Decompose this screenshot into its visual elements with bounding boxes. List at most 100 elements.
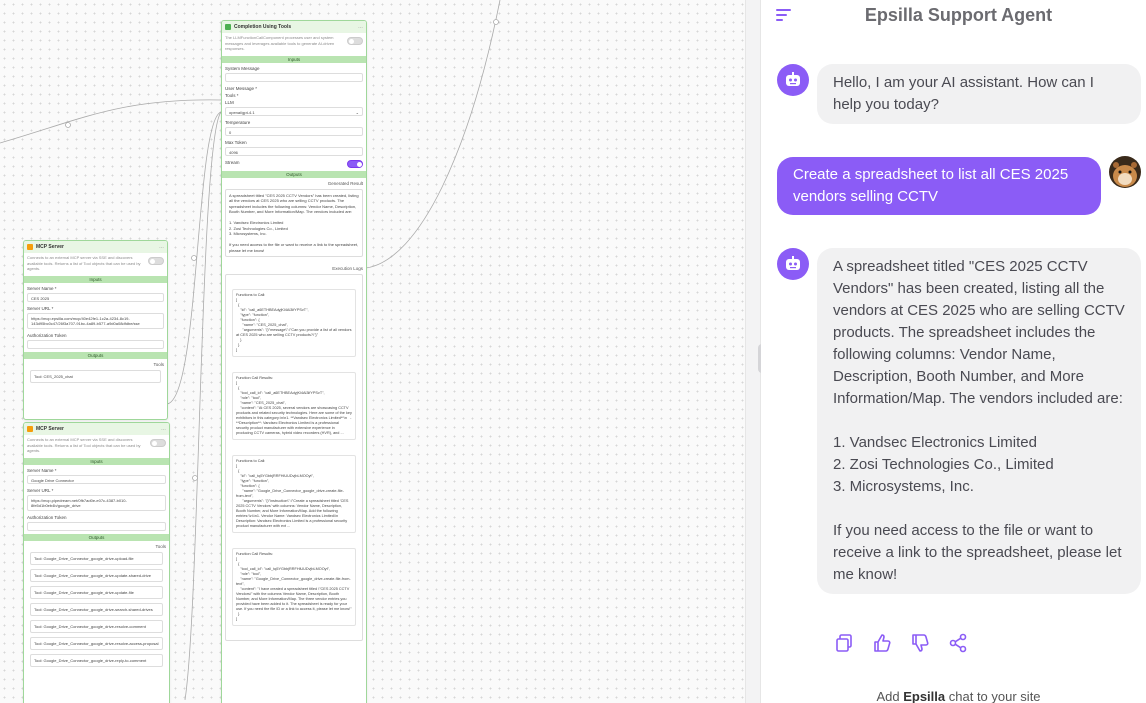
server-url-input[interactable]: https://mcp.epsilla.com/mcp/40e42fe1-1c2… bbox=[27, 312, 164, 329]
tools-output-label: Tools bbox=[155, 543, 166, 549]
execution-logs-label: Execution Logs bbox=[332, 266, 363, 271]
llm-value: openai/gpt-4.1 bbox=[229, 109, 255, 115]
workflow-canvas[interactable]: Completion Using Tools … The LLMFunction… bbox=[0, 0, 745, 703]
auth-token-input[interactable] bbox=[27, 521, 166, 531]
tool-item: Tool: Google_Drive_Connector_google_driv… bbox=[30, 602, 163, 616]
tool-item: Tool: Google_Drive_Connector_google_driv… bbox=[30, 585, 163, 599]
tool-item: Tool: Google_Drive_Connector_google_driv… bbox=[30, 619, 163, 633]
footer-suffix: chat to your site bbox=[948, 689, 1041, 703]
node-menu-icon[interactable]: … bbox=[159, 244, 164, 250]
system-message-input[interactable] bbox=[225, 72, 363, 82]
node-description-text: Connects to an external MCP server via S… bbox=[27, 255, 141, 271]
node-description-text: Connects to an external MCP server via S… bbox=[27, 437, 141, 453]
outputs-bar: Outputs bbox=[24, 351, 167, 359]
node-description: Connects to an external MCP server via S… bbox=[24, 253, 167, 274]
edge-tools-2 bbox=[184, 111, 222, 701]
node-enable-toggle[interactable] bbox=[150, 439, 166, 447]
mcp-server-node-1[interactable]: MCP Server … Connects to an external MCP… bbox=[23, 240, 168, 420]
tool-item: Tool: Google_Drive_Connector_google_driv… bbox=[30, 636, 163, 650]
tool-item: Tool: CES_2025_chat bbox=[30, 369, 161, 383]
node-enable-toggle[interactable] bbox=[148, 257, 164, 265]
auth-token-label: Authorization Token bbox=[27, 514, 67, 520]
robot-icon bbox=[786, 256, 800, 270]
generated-result-box[interactable]: A spreadsheet titled "CES 2025 CCTV Vend… bbox=[225, 188, 363, 257]
footer-promo[interactable]: Add Epsilla chat to your site bbox=[761, 689, 1146, 703]
temperature-label: Temperature bbox=[225, 119, 251, 125]
footer-brand: Epsilla bbox=[903, 689, 946, 703]
generated-result-label: Generated Result bbox=[327, 180, 363, 186]
function-icon bbox=[225, 24, 231, 30]
thumbs-down-icon[interactable] bbox=[910, 633, 930, 653]
user-message: Create a spreadsheet to list all CES 202… bbox=[777, 157, 1101, 215]
tool-item: Tool: Google_Drive_Connector_google_driv… bbox=[30, 568, 163, 582]
node-description: The LLMFunctionCallComponent processes u… bbox=[222, 33, 366, 54]
auth-token-label: Authorization Token bbox=[27, 332, 67, 338]
temperature-input[interactable]: 0 bbox=[225, 126, 363, 136]
completion-node-header[interactable]: Completion Using Tools … bbox=[222, 21, 366, 33]
stream-label: Stream bbox=[225, 159, 240, 165]
node-enable-toggle[interactable] bbox=[347, 37, 363, 45]
node-title: Completion Using Tools bbox=[234, 24, 292, 30]
node-title: MCP Server bbox=[36, 426, 64, 432]
node-description: Connects to an external MCP server via S… bbox=[24, 435, 169, 456]
system-message-label: System Message bbox=[225, 65, 260, 71]
server-icon bbox=[27, 426, 33, 432]
llm-select[interactable]: openai/gpt-4.1 ⌄ bbox=[225, 106, 363, 116]
log-entry: Function Call Results: [ { "tool_call_id… bbox=[232, 372, 356, 440]
edge-handle bbox=[191, 255, 197, 261]
server-name-label: Server Name * bbox=[27, 285, 57, 291]
node-title: MCP Server bbox=[36, 244, 64, 250]
bot-avatar bbox=[777, 248, 809, 280]
chat-panel: Epsilla Support Agent Hello, I am your A… bbox=[761, 0, 1146, 703]
hamster-avatar-image bbox=[1109, 156, 1141, 188]
auth-token-input[interactable] bbox=[27, 339, 164, 349]
chevron-down-icon: ⌄ bbox=[355, 109, 359, 115]
share-icon[interactable] bbox=[948, 633, 968, 653]
edge-handle bbox=[65, 122, 71, 128]
server-name-input[interactable]: Google Drive Connector bbox=[27, 474, 166, 484]
server-name-input[interactable]: CES 2025 bbox=[27, 292, 164, 302]
user-message-label: User Message * bbox=[225, 85, 258, 91]
server-url-label: Server URL * bbox=[27, 487, 54, 493]
node-description-text: The LLMFunctionCallComponent processes u… bbox=[225, 35, 335, 51]
log-entry: Functions to Call: [ { "id": "call_tq5YG… bbox=[232, 455, 356, 533]
bot-avatar bbox=[777, 64, 809, 96]
mcp-node-header[interactable]: MCP Server … bbox=[24, 423, 169, 435]
chat-title: Epsilla Support Agent bbox=[864, 5, 1053, 25]
edge-output bbox=[365, 0, 501, 269]
mcp-node-header[interactable]: MCP Server … bbox=[24, 241, 167, 253]
thumbs-up-icon[interactable] bbox=[872, 633, 892, 653]
server-url-input[interactable]: https://mcp.pipedream.net/0fb7ad0e-e07c-… bbox=[27, 494, 166, 511]
tools-label: Tools * bbox=[225, 92, 239, 98]
stream-row: Stream bbox=[222, 159, 366, 169]
tool-item: Tool: Google_Drive_Connector_google_driv… bbox=[30, 653, 163, 667]
server-icon bbox=[27, 244, 33, 250]
footer-prefix: Add bbox=[876, 689, 900, 703]
assistant-message: A spreadsheet titled "CES 2025 CCTV Vend… bbox=[817, 248, 1141, 594]
assistant-message: Hello, I am your AI assistant. How can I… bbox=[817, 64, 1141, 124]
mcp-server-node-2[interactable]: MCP Server … Connects to an external MCP… bbox=[23, 422, 170, 703]
server-name-label: Server Name * bbox=[27, 467, 57, 473]
llm-label: LLM bbox=[225, 99, 234, 105]
outputs-bar: Outputs bbox=[24, 533, 169, 541]
outputs-bar: Outputs bbox=[222, 170, 366, 178]
max-token-label: Max Token bbox=[225, 139, 247, 145]
edge-upper-left bbox=[0, 99, 222, 144]
max-token-input[interactable]: 4096 bbox=[225, 146, 363, 156]
stream-toggle[interactable] bbox=[347, 159, 363, 168]
edge-handle bbox=[192, 475, 198, 481]
tool-item: Tool: Google_Drive_Connector_google_driv… bbox=[30, 551, 163, 565]
node-menu-icon[interactable]: … bbox=[161, 426, 166, 432]
server-url-label: Server URL * bbox=[27, 305, 54, 311]
inputs-bar: Inputs bbox=[24, 275, 167, 283]
log-entry: Functions to Call: [ { "id": "call_a6ETH… bbox=[232, 289, 356, 357]
inputs-bar: Inputs bbox=[222, 55, 366, 63]
node-menu-icon[interactable]: … bbox=[358, 24, 363, 30]
inputs-bar: Inputs bbox=[24, 457, 169, 465]
execution-logs-box[interactable]: Functions to Call: [ { "id": "call_a6ETH… bbox=[225, 274, 363, 641]
user-avatar bbox=[1109, 156, 1141, 188]
copy-icon[interactable] bbox=[834, 633, 854, 653]
completion-node[interactable]: Completion Using Tools … The LLMFunction… bbox=[221, 20, 367, 703]
log-entry: Function Call Results: [ { "tool_call_id… bbox=[232, 548, 356, 626]
edge-handle bbox=[493, 19, 499, 25]
